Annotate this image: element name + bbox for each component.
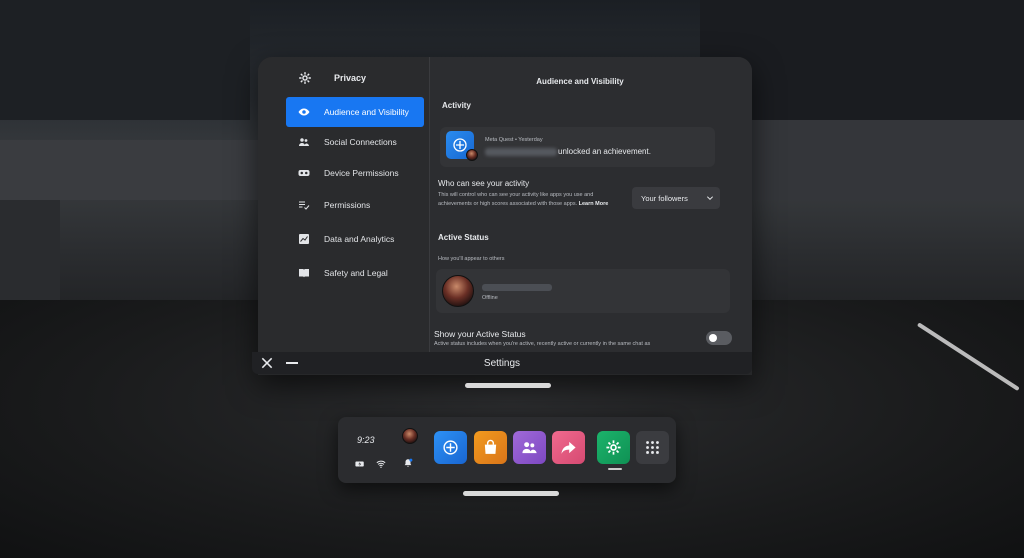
show-active-status-title: Show your Active Status [434, 329, 526, 339]
sidebar-header: Privacy [298, 71, 366, 85]
status-text: Offline [482, 295, 498, 301]
headset-icon [298, 170, 310, 176]
show-active-status-description: Active status includes when you're activ… [434, 341, 651, 347]
sidebar-item-label: Social Connections [324, 137, 397, 147]
audience-visibility-content: Audience and Visibility Activity Meta Qu… [430, 57, 752, 353]
settings-panel: Privacy Audience and Visibility Social C… [258, 57, 752, 375]
avatar [442, 275, 474, 307]
settings-app[interactable] [597, 431, 630, 464]
shopping-bag-icon [484, 439, 497, 454]
eye-icon [298, 108, 310, 116]
active-status-subheading: How you'll appear to others [438, 256, 505, 262]
meta-quest-explore-app[interactable] [434, 431, 467, 464]
compass-icon [453, 138, 467, 152]
dropdown-value: Your followers [641, 193, 688, 203]
people-icon [522, 442, 537, 454]
share-app[interactable] [552, 431, 585, 464]
window-footer: Settings [252, 352, 752, 374]
sidebar-item-label: Device Permissions [324, 168, 399, 178]
active-status-toggle[interactable] [706, 331, 732, 345]
active-status-heading: Active Status [438, 233, 489, 242]
page-title: Audience and Visibility [536, 77, 624, 86]
sidebar-item-label: Audience and Visibility [324, 107, 409, 117]
gear-icon [606, 440, 621, 455]
battery-charging-icon [355, 461, 364, 467]
profile-avatar[interactable] [402, 428, 418, 444]
who-can-see-title: Who can see your activity [438, 179, 530, 188]
sidebar-item-label: Data and Analytics [324, 234, 395, 244]
activity-heading: Activity [442, 101, 471, 110]
book-icon [299, 269, 309, 278]
chevron-down-icon [706, 196, 713, 201]
privacy-sidebar: Privacy Audience and Visibility Social C… [258, 57, 430, 353]
active-app-indicator [608, 468, 622, 470]
avatar [466, 149, 478, 161]
sidebar-item-safety-and-legal[interactable]: Safety and Legal [286, 258, 424, 288]
store-app[interactable] [474, 431, 507, 464]
gear-icon [299, 72, 311, 84]
sidebar-item-social-connections[interactable]: Social Connections [286, 127, 424, 157]
redacted-username [482, 284, 552, 291]
sidebar-item-audience-and-visibility[interactable]: Audience and Visibility [286, 97, 424, 127]
status-preview-card: Offline [436, 269, 730, 313]
audience-dropdown[interactable]: Your followers [632, 187, 720, 209]
wifi-icon [376, 460, 386, 468]
learn-more-link[interactable]: Learn More [579, 201, 609, 207]
people-app[interactable] [513, 431, 546, 464]
clock: 9:23 [357, 435, 375, 445]
people-icon [299, 138, 309, 146]
who-can-see-description: This will control who can see your activ… [438, 192, 609, 207]
sidebar-item-data-and-analytics[interactable]: Data and Analytics [286, 224, 424, 254]
checklist-icon [299, 201, 310, 210]
sidebar-item-label: Permissions [324, 200, 371, 210]
sidebar-item-device-permissions[interactable]: Device Permissions [286, 158, 424, 188]
activity-preview-card: Meta Quest • Yesterday unlocked an achie… [440, 127, 715, 167]
sidebar-title: Privacy [334, 73, 367, 83]
share-arrow-icon [561, 441, 576, 454]
sidebar-item-label: Safety and Legal [324, 268, 388, 278]
grid-icon [646, 441, 659, 454]
sidebar-item-permissions[interactable]: Permissions [286, 190, 424, 220]
activity-meta: Meta Quest • Yesterday [485, 137, 543, 143]
window-title: Settings [483, 357, 521, 369]
app-library-button[interactable] [636, 431, 669, 464]
activity-text: unlocked an achievement. [558, 147, 651, 156]
redacted-username [485, 148, 557, 156]
universal-menu-dock: 9:23 [338, 417, 676, 483]
compass-icon [443, 440, 458, 455]
notification-bell-icon[interactable] [403, 458, 413, 468]
chart-icon [299, 234, 309, 244]
window-grab-handle[interactable] [465, 383, 551, 388]
dock-grab-handle[interactable] [463, 491, 559, 496]
